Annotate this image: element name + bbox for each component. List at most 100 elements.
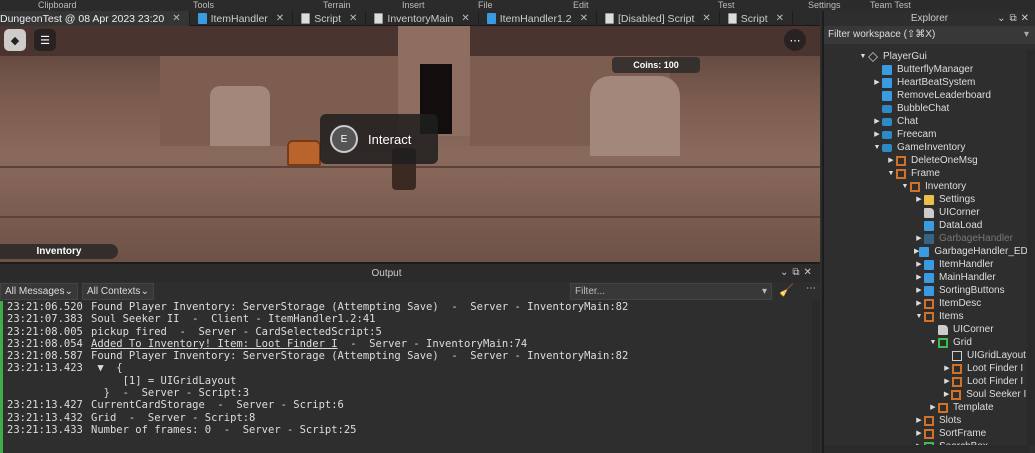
explorer-item[interactable]: ▶ Settings xyxy=(824,193,1029,206)
interact-prompt[interactable]: E Interact xyxy=(320,114,438,164)
close-icon[interactable]: ✕ xyxy=(580,13,588,24)
explorer-item[interactable]: ButterflyManager xyxy=(824,63,1029,76)
close-icon[interactable]: ✕ xyxy=(804,267,816,278)
explorer-item[interactable]: ▼ PlayerGui xyxy=(824,50,1029,63)
ribbon-terrain[interactable]: Terrain xyxy=(323,0,351,11)
more-options-icon[interactable]: ⋯ xyxy=(784,29,806,51)
explorer-item-label: ItemHandler xyxy=(939,259,994,270)
collapse-icon[interactable]: ⌄ xyxy=(780,267,792,278)
roblox-menu-icon[interactable]: ◆ xyxy=(4,29,26,51)
explorer-item[interactable]: ▶ Chat xyxy=(824,115,1029,128)
undock-icon[interactable]: ⧉ xyxy=(1009,13,1020,24)
explorer-item[interactable]: UIGridLayout xyxy=(824,349,1029,362)
explorer-item[interactable]: ▶ GarbageHandler xyxy=(824,232,1029,245)
collapsed-arrow-icon[interactable]: ▶ xyxy=(942,388,951,401)
collapsed-arrow-icon[interactable]: ▶ xyxy=(914,258,924,271)
explorer-item[interactable]: ▼ Items xyxy=(824,310,1029,323)
clear-output-icon[interactable]: 🧹 xyxy=(779,283,794,297)
collapse-icon[interactable]: ⌄ xyxy=(997,13,1009,24)
explorer-item[interactable]: ▶ ItemDesc xyxy=(824,297,1029,310)
explorer-item[interactable]: ▼ GameInventory xyxy=(824,141,1029,154)
game-viewport[interactable]: ◆ ☰ ⋯ Coins: 100 E Interact Inventory xyxy=(0,26,820,262)
explorer-item[interactable]: ▶ SortingButtons xyxy=(824,284,1029,297)
collapsed-arrow-icon[interactable]: ▶ xyxy=(872,115,882,128)
ribbon-team-test[interactable]: Team Test xyxy=(870,0,911,11)
ribbon-clipboard[interactable]: Clipboard xyxy=(38,0,77,11)
close-icon[interactable]: ✕ xyxy=(702,13,710,24)
collapsed-arrow-icon[interactable]: ▶ xyxy=(914,414,924,427)
collapsed-arrow-icon[interactable]: ▶ xyxy=(942,362,952,375)
explorer-item[interactable]: UICorner xyxy=(824,206,1029,219)
ribbon-test[interactable]: Test xyxy=(718,0,735,11)
ribbon-tools[interactable]: Tools xyxy=(193,0,214,11)
explorer-item[interactable]: ▶ Loot Finder I xyxy=(824,375,1029,388)
expanded-arrow-icon[interactable]: ▼ xyxy=(872,141,882,154)
panel-controls[interactable]: ⌄⧉✕ xyxy=(780,267,816,278)
explorer-item[interactable]: DataLoad xyxy=(824,219,1029,232)
explorer-item[interactable]: ▶ MainHandler xyxy=(824,271,1029,284)
close-icon[interactable]: ✕ xyxy=(276,13,284,24)
collapsed-arrow-icon[interactable]: ▶ xyxy=(872,76,882,89)
tab-script[interactable]: Script ✕ xyxy=(293,11,367,26)
ribbon-insert[interactable]: Insert xyxy=(402,0,425,11)
expanded-arrow-icon[interactable]: ▼ xyxy=(900,180,910,193)
collapsed-arrow-icon[interactable]: ▶ xyxy=(914,297,924,310)
tab-inventorymain[interactable]: InventoryMain ✕ xyxy=(366,11,479,26)
explorer-hscrollbar[interactable] xyxy=(824,445,1029,453)
explorer-item[interactable]: RemoveLeaderboard xyxy=(824,89,1029,102)
close-icon[interactable]: ✕ xyxy=(1021,13,1033,24)
collapsed-arrow-icon[interactable]: ▶ xyxy=(914,232,924,245)
expanded-arrow-icon[interactable]: ▼ xyxy=(928,336,938,349)
chat-icon[interactable]: ☰ xyxy=(34,29,56,51)
explorer-item[interactable]: ▶ ItemHandler xyxy=(824,258,1029,271)
collapsed-arrow-icon[interactable]: ▶ xyxy=(872,128,882,141)
all-messages-dropdown[interactable]: All Messages ⌄ xyxy=(0,283,78,300)
treasure-chest[interactable] xyxy=(287,140,321,166)
ribbon-settings[interactable]: Settings xyxy=(808,0,841,11)
collapsed-arrow-icon[interactable]: ▶ xyxy=(886,154,896,167)
ribbon-file[interactable]: File xyxy=(478,0,493,11)
explorer-item[interactable]: ▶ Template xyxy=(824,401,1029,414)
expanded-arrow-icon[interactable]: ▼ xyxy=(886,167,896,180)
explorer-item[interactable]: UICorner xyxy=(824,323,1029,336)
undock-icon[interactable]: ⧉ xyxy=(792,267,803,278)
expanded-arrow-icon[interactable]: ▼ xyxy=(858,50,868,63)
explorer-item[interactable]: BubbleChat xyxy=(824,102,1029,115)
inventory-button[interactable]: Inventory xyxy=(0,244,118,259)
explorer-scrollbar[interactable] xyxy=(1027,50,1035,445)
collapsed-arrow-icon[interactable]: ▶ xyxy=(942,375,952,388)
close-icon[interactable]: ✕ xyxy=(172,13,180,24)
tab-script-2[interactable]: Script ✕ xyxy=(720,11,794,26)
explorer-item[interactable]: ▼ Frame xyxy=(824,167,1029,180)
collapsed-arrow-icon[interactable]: ▶ xyxy=(914,427,924,440)
explorer-item[interactable]: ▶ Loot Finder I xyxy=(824,362,1029,375)
collapsed-arrow-icon[interactable]: ▶ xyxy=(914,284,924,297)
close-icon[interactable]: ✕ xyxy=(461,13,469,24)
collapsed-arrow-icon[interactable]: ▶ xyxy=(928,401,938,414)
collapsed-arrow-icon[interactable]: ▶ xyxy=(914,271,924,284)
all-contexts-dropdown[interactable]: All Contexts ⌄ xyxy=(82,283,154,300)
tab-itemhandler[interactable]: ItemHandler ✕ xyxy=(190,11,294,26)
output-filter-input[interactable]: Filter... ▾ xyxy=(570,283,772,300)
explorer-item[interactable]: ▶ HeartBeatSystem xyxy=(824,76,1029,89)
more-icon[interactable]: ⋯ xyxy=(806,283,816,294)
panel-controls[interactable]: ⌄⧉✕ xyxy=(997,11,1033,26)
ribbon-edit[interactable]: Edit xyxy=(573,0,589,11)
explorer-item[interactable]: ▶ Soul Seeker II xyxy=(824,388,1029,401)
explorer-item[interactable]: ▶ DeleteOneMsg xyxy=(824,154,1029,167)
close-icon[interactable]: ✕ xyxy=(776,13,784,24)
tab-itemhandler-1-2[interactable]: ItemHandler1.2 ✕ xyxy=(479,11,597,26)
output-scrollbar[interactable] xyxy=(812,301,820,453)
explorer-item[interactable]: ▶ Freecam xyxy=(824,128,1029,141)
explorer-filter-input[interactable]: Filter workspace (⇧⌘X) ▾ xyxy=(824,26,1035,44)
tab-disabled-script[interactable]: [Disabled] Script ✕ xyxy=(597,11,720,26)
explorer-item[interactable]: ▼ Inventory xyxy=(824,180,1029,193)
explorer-item[interactable]: ▶ GarbageHandler_EDI xyxy=(824,245,1029,258)
collapsed-arrow-icon[interactable]: ▶ xyxy=(914,193,924,206)
explorer-item[interactable]: ▶ SortFrame xyxy=(824,427,1029,440)
close-icon[interactable]: ✕ xyxy=(349,13,357,24)
explorer-item[interactable]: ▶ Slots xyxy=(824,414,1029,427)
tab-dungeontest[interactable]: DungeonTest @ 08 Apr 2023 23:20 ✕ xyxy=(0,11,190,26)
explorer-item[interactable]: ▼ Grid xyxy=(824,336,1029,349)
expanded-arrow-icon[interactable]: ▼ xyxy=(914,310,924,323)
